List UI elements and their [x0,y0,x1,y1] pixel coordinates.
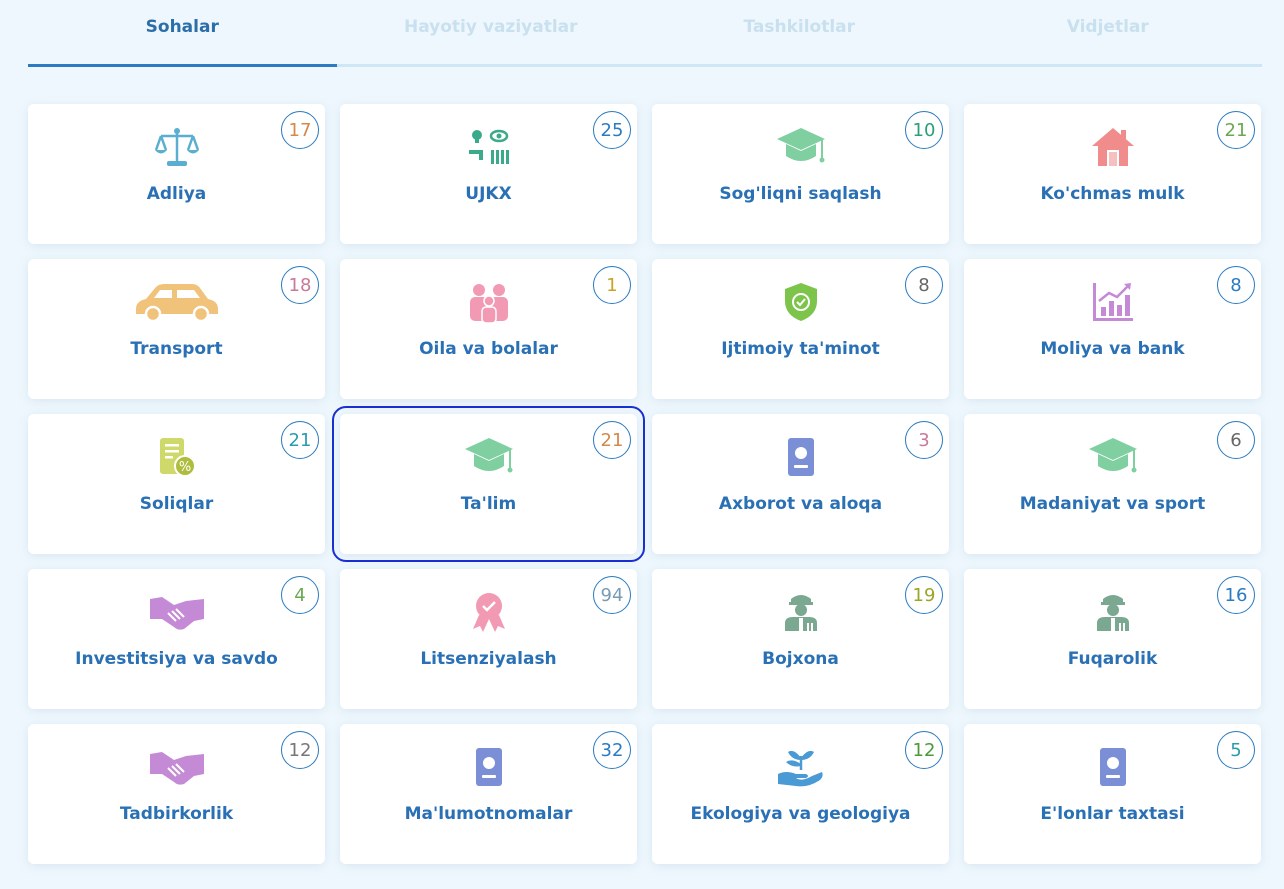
category-card-ma-lumotnomalar[interactable]: Ma'lumotnomalar 32 [340,724,637,864]
count-badge: 6 [1217,421,1255,459]
category-label: Fuqarolik [1067,649,1158,669]
count-badge: 32 [593,731,631,769]
count-badge: 21 [593,421,631,459]
passport-icon [756,434,846,480]
count-badge: 1 [593,266,631,304]
handshake-icon [132,744,222,790]
officer-icon [1068,589,1158,635]
family-icon [444,279,534,325]
count-badge: 21 [281,421,319,459]
category-card-moliya-va-bank[interactable]: Moliya va bank 8 [964,259,1261,399]
category-label: Ko'chmas mulk [1040,184,1185,204]
count-badge: 17 [281,111,319,149]
count-badge: 3 [905,421,943,459]
category-label: Bojxona [762,649,839,669]
count-badge: 8 [1217,266,1255,304]
award-icon [444,589,534,635]
graduation-cap-icon [1068,434,1158,480]
category-grid: Adliya 17 UJKX 25 Sog'liqni saqlash 10 Ko'chma… [28,104,1261,864]
count-badge: 4 [281,576,319,614]
category-card-ta-lim[interactable]: Ta'lim 21 [332,406,645,562]
count-badge: 5 [1217,731,1255,769]
category-label: Adliya [146,184,207,204]
category-label: Ta'lim [460,494,517,514]
category-label: Ekologiya va geologiya [690,804,911,824]
category-card-madaniyat-va-sport[interactable]: Madaniyat va sport 6 [964,414,1261,554]
category-card-sog-liqni-saqlash[interactable]: Sog'liqni saqlash 10 [652,104,949,244]
count-badge: 21 [1217,111,1255,149]
category-label: Oila va bolalar [419,339,558,359]
tab-sohalar[interactable]: Sohalar [28,0,337,67]
category-card-e-lonlar-taxtasi[interactable]: E'lonlar taxtasi 5 [964,724,1261,864]
count-badge: 16 [1217,576,1255,614]
category-card-adliya[interactable]: Adliya 17 [28,104,325,244]
category-card-ijtimoiy-ta-minot[interactable]: Ijtimoiy ta'minot 8 [652,259,949,399]
utilities-icon [444,124,534,170]
svg-text:%: % [178,460,190,475]
category-label: Ma'lumotnomalar [404,804,573,824]
plant-hand-icon [756,744,846,790]
graduation-cap-icon [444,434,534,480]
category-card-transport[interactable]: Transport 18 [28,259,325,399]
category-card-fuqarolik[interactable]: Fuqarolik 16 [964,569,1261,709]
category-label: Investitsiya va savdo [75,649,278,669]
category-label: Sog'liqni saqlash [719,184,882,204]
count-badge: 19 [905,576,943,614]
category-card-oila-va-bolalar[interactable]: Oila va bolalar 1 [340,259,637,399]
tax-document-icon: % [132,434,222,480]
count-badge: 12 [905,731,943,769]
category-label: Ijtimoiy ta'minot [721,339,880,359]
category-label: Moliya va bank [1040,339,1185,359]
category-card-investitsiya-va-savdo[interactable]: Investitsiya va savdo 4 [28,569,325,709]
category-card-tadbirkorlik[interactable]: Tadbirkorlik 12 [28,724,325,864]
scales-icon [132,124,222,170]
graduation-cap-icon [756,124,846,170]
passport-icon [1068,744,1158,790]
category-label: Axborot va aloqa [718,494,883,514]
category-card-bojxona[interactable]: Bojxona 19 [652,569,949,709]
category-label: Soliqlar [139,494,214,514]
category-card-ko-chmas-mulk[interactable]: Ko'chmas mulk 21 [964,104,1261,244]
category-card-ujkx[interactable]: UJKX 25 [340,104,637,244]
count-badge: 94 [593,576,631,614]
category-label: Madaniyat va sport [1019,494,1206,514]
count-badge: 25 [593,111,631,149]
count-badge: 18 [281,266,319,304]
house-icon [1068,124,1158,170]
category-label: Tadbirkorlik [119,804,234,824]
category-label: UJKX [465,184,512,204]
shield-check-icon [756,279,846,325]
tab-tashkilotlar[interactable]: Tashkilotlar [645,0,954,64]
category-label: E'lonlar taxtasi [1040,804,1185,824]
car-icon [132,279,222,325]
category-card-soliqlar[interactable]: % Soliqlar 21 [28,414,325,554]
category-card-litsenziyalash[interactable]: Litsenziyalash 94 [340,569,637,709]
finance-chart-icon [1068,279,1158,325]
officer-icon [756,589,846,635]
category-label: Transport [130,339,223,359]
count-badge: 8 [905,266,943,304]
category-tabs: Sohalar Hayotiy vaziyatlar Tashkilotlar … [28,0,1262,67]
count-badge: 10 [905,111,943,149]
handshake-icon [132,589,222,635]
category-card-axborot-va-aloqa[interactable]: Axborot va aloqa 3 [652,414,949,554]
passport-icon [444,744,534,790]
category-card-ekologiya-va-geologiya[interactable]: Ekologiya va geologiya 12 [652,724,949,864]
category-label: Litsenziyalash [420,649,557,669]
tab-hayotiy-vaziyatlar[interactable]: Hayotiy vaziyatlar [337,0,646,64]
tab-vidjetlar[interactable]: Vidjetlar [954,0,1263,64]
count-badge: 12 [281,731,319,769]
